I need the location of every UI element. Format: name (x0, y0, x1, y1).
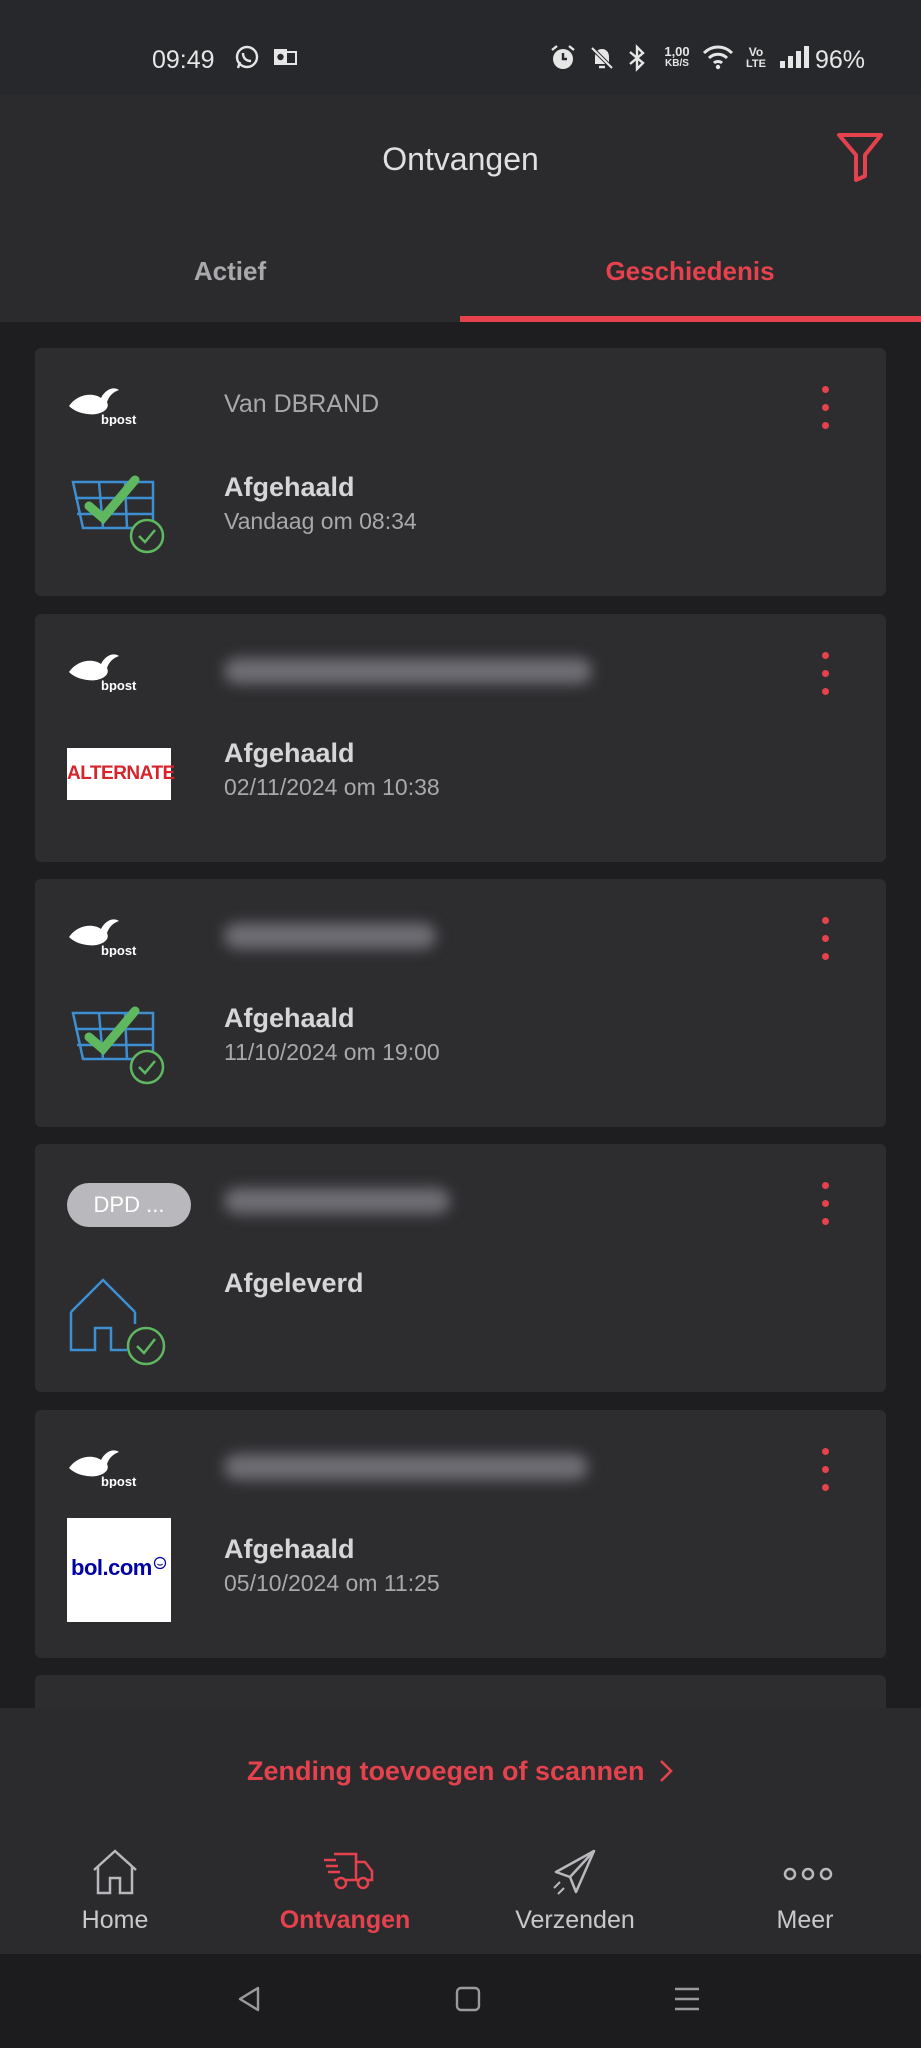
app-header (0, 95, 921, 322)
shipment-status: Afgehaald (224, 1534, 355, 1564)
nav-verzenden[interactable]: Verzenden (460, 1826, 690, 1954)
shipment-list[interactable]: bpost Van DBRAND Afgehaald Vandaag om 08… (0, 322, 921, 1708)
shipment-sender: Van DBRAND (224, 390, 380, 418)
add-shipment-link[interactable]: Zending toevoegen of scannen (0, 1756, 921, 1787)
shipment-date: 11/10/2024 om 19:00 (224, 1039, 440, 1065)
bpost-logo: bpost (69, 919, 137, 957)
shipment-date: Vandaag om 08:34 (224, 508, 417, 534)
shipment-card[interactable]: bpost Afgehaald 11/10/2024 om 19:00 (35, 879, 886, 1127)
shipment-date: 05/10/2024 om 11:25 (224, 1570, 440, 1596)
outlook-icon (274, 49, 297, 65)
more-icon (783, 1867, 833, 1881)
alarm-icon (551, 45, 575, 69)
mute-icon (590, 46, 614, 70)
home-button-icon[interactable] (453, 1984, 483, 2014)
pickup-point-check-icon (71, 1006, 165, 1085)
status-bar: 09:49 1,00 KB/S Vo LTE 96% (0, 0, 921, 95)
bottom-navigation: Home Ontvangen Verzenden Meer (0, 1826, 921, 1954)
add-shipment-bar: Zending toevoegen of scannen (0, 1708, 921, 1826)
tab-geschiedenis[interactable]: Geschiedenis (460, 256, 920, 287)
page-title: Ontvangen (382, 141, 539, 177)
nav-ontvangen[interactable]: Ontvangen (230, 1826, 460, 1954)
truck-icon (324, 1852, 374, 1890)
nav-meer[interactable]: Meer (690, 1826, 920, 1954)
volte-indicator: Vo LTE (746, 45, 766, 70)
more-options-icon[interactable] (820, 917, 830, 961)
bpost-logo: bpost (69, 654, 137, 692)
shipment-status: Afgeleverd (224, 1268, 364, 1298)
bolcom-logo: bol.com (67, 1518, 171, 1622)
signal-icon (780, 46, 809, 68)
paper-plane-icon (553, 1849, 596, 1895)
sender-redacted (224, 658, 592, 684)
shipment-card[interactable]: bpost ALTERNATE Afgehaald 02/11/2024 om … (35, 614, 886, 862)
svg-text:bpost: bpost (101, 678, 137, 692)
smile-mark-icon (153, 1556, 167, 1570)
bpost-logo: bpost (69, 1450, 137, 1488)
tab-actief[interactable]: Actief (0, 256, 460, 287)
nav-home[interactable]: Home (0, 1826, 230, 1954)
more-options-icon[interactable] (820, 1182, 830, 1226)
filter-icon[interactable] (835, 131, 885, 183)
svg-text:bpost: bpost (101, 412, 137, 426)
svg-text:bpost: bpost (101, 1474, 137, 1488)
more-options-icon[interactable] (820, 652, 830, 696)
shipment-card[interactable]: bpost bol.com Afgehaald 05/10/2024 om 11… (35, 1410, 886, 1658)
alternate-logo: ALTERNATE (67, 748, 175, 800)
shipment-date: 02/11/2024 om 10:38 (224, 774, 440, 800)
network-speed: 1,00 KB/S (664, 44, 690, 69)
status-time: 09:49 (152, 46, 215, 74)
house-check-icon (69, 1278, 166, 1366)
pickup-point-check-icon (71, 475, 165, 554)
wifi-icon (702, 45, 734, 70)
bluetooth-icon (629, 44, 645, 72)
back-icon[interactable] (234, 1984, 264, 2014)
shipment-card[interactable]: bpost Van DBRAND Afgehaald Vandaag om 08… (35, 348, 886, 596)
more-options-icon[interactable] (820, 386, 830, 430)
chevron-right-icon (660, 1760, 673, 1782)
sender-redacted (224, 1188, 450, 1214)
bpost-logo: bpost (69, 388, 137, 426)
system-navigation (0, 1954, 921, 2048)
more-options-icon[interactable] (820, 1448, 830, 1492)
shipment-status: Afgehaald (224, 1003, 355, 1033)
shipment-status: Afgehaald (224, 738, 355, 768)
shipment-status: Afgehaald (224, 472, 355, 502)
battery-level: 96% (814, 46, 865, 74)
sender-redacted (224, 923, 436, 949)
shipment-card[interactable]: DPD ... Afgeleverd (35, 1144, 886, 1392)
home-icon (93, 1849, 137, 1895)
whatsapp-icon (235, 45, 259, 69)
shipment-card[interactable] (35, 1675, 886, 1708)
carrier-badge: DPD ... (67, 1183, 191, 1227)
sender-redacted (224, 1454, 588, 1480)
svg-text:bpost: bpost (101, 943, 137, 957)
recent-apps-icon[interactable] (672, 1984, 702, 2014)
